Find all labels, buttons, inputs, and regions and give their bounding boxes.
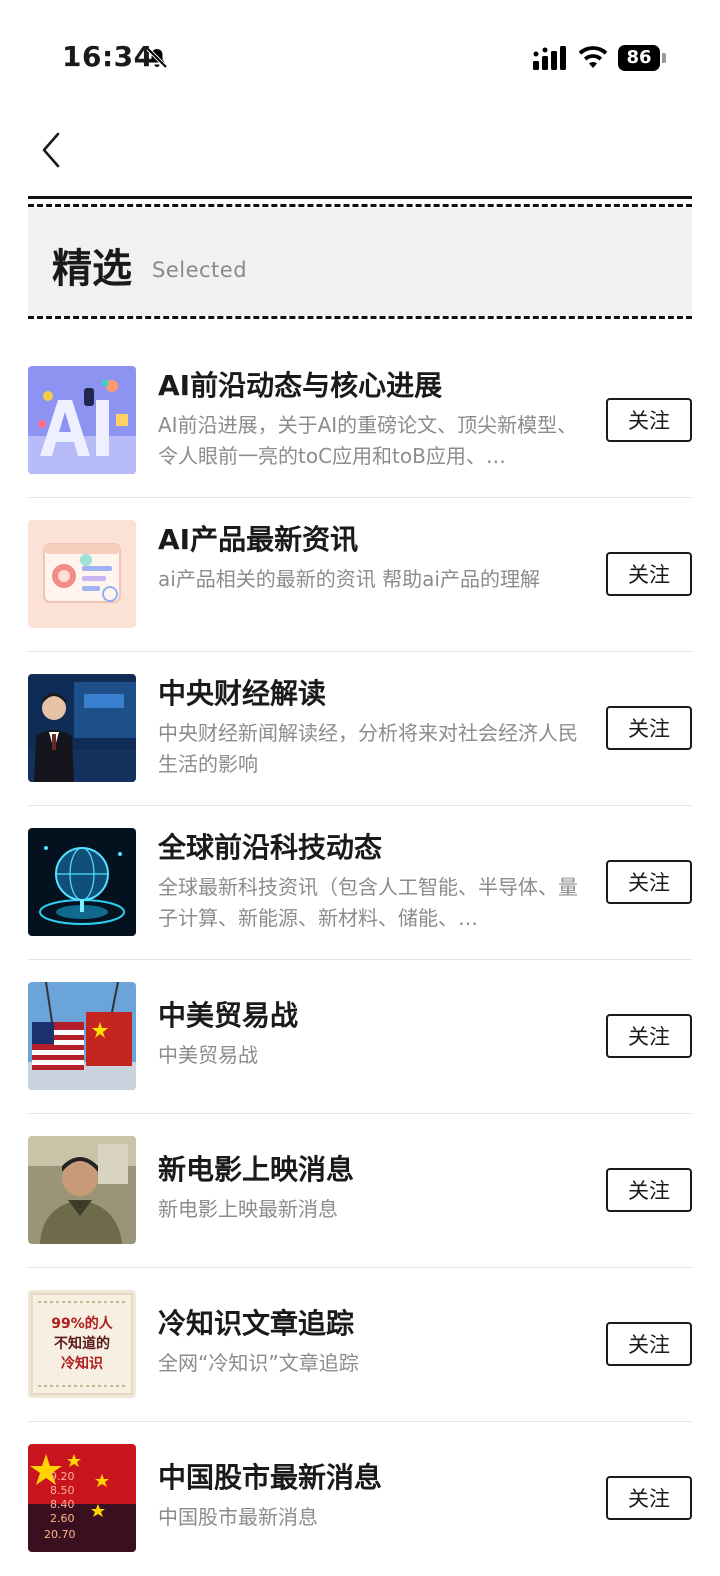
battery-icon: 86 — [618, 45, 668, 71]
item-description: 中美贸易战 — [158, 1043, 258, 1067]
list-item[interactable]: 中美贸易战 中美贸易战 关注 — [28, 960, 692, 1114]
item-texts: 冷知识文章追踪 全网“冷知识”文章追踪 — [158, 1302, 586, 1379]
item-title: 中央财经解读 — [158, 677, 327, 710]
stock-flag-thumbnail: 9.20 8.50 8.40 2.60 20.70 — [28, 1444, 136, 1552]
item-texts: 新电影上映消息 新电影上映最新消息 — [158, 1148, 586, 1225]
stock-number: 20.70 — [44, 1528, 76, 1541]
channel-list: AI前沿动态与核心进展 AI前沿进展，关于AI的重磅论文、顶尖新模型、令人眼前一… — [28, 344, 692, 1576]
list-item[interactable]: 9.20 8.50 8.40 2.60 20.70 中国股市最新消息 中国股市最… — [28, 1422, 692, 1576]
follow-button[interactable]: 关注 — [606, 860, 692, 904]
item-title: 全球前沿科技动态 — [158, 831, 383, 864]
item-title: 新电影上映消息 — [158, 1153, 355, 1186]
item-description: 全网“冷知识”文章追踪 — [158, 1351, 359, 1375]
follow-button[interactable]: 关注 — [606, 1014, 692, 1058]
back-arrow-icon[interactable] — [36, 128, 72, 172]
thumb-text-line1: 99%的人 — [51, 1315, 114, 1332]
wifi-icon — [578, 46, 608, 68]
list-item[interactable]: AI前沿动态与核心进展 AI前沿进展，关于AI的重磅论文、顶尖新模型、令人眼前一… — [28, 344, 692, 498]
item-title: AI产品最新资讯 — [158, 523, 359, 556]
item-title: 中国股市最新消息 — [158, 1461, 383, 1494]
item-description: 中国股市最新消息 — [158, 1505, 318, 1529]
stock-number: 9.20 — [50, 1470, 75, 1483]
status-time: 16:34 — [62, 40, 154, 73]
battery-level: 86 — [618, 45, 660, 71]
item-texts: AI产品最新资讯 ai产品相关的最新的资讯 帮助ai产品的理解 — [158, 518, 586, 595]
item-title: 冷知识文章追踪 — [158, 1307, 355, 1340]
trivia-poster-thumbnail: 99%的人 不知道的 冷知识 — [28, 1290, 136, 1398]
follow-button[interactable]: 关注 — [606, 552, 692, 596]
item-description: 新电影上映最新消息 — [158, 1197, 338, 1221]
page-subtitle: Selected — [152, 258, 248, 282]
item-texts: 全球前沿科技动态 全球最新科技资讯（包含人工智能、半导体、量子计算、新能源、新材… — [158, 826, 586, 934]
item-texts: AI前沿动态与核心进展 AI前沿进展，关于AI的重磅论文、顶尖新模型、令人眼前一… — [158, 364, 586, 472]
list-item[interactable]: 新电影上映消息 新电影上映最新消息 关注 — [28, 1114, 692, 1268]
app-window-thumbnail — [28, 520, 136, 628]
stock-number: 8.40 — [50, 1498, 75, 1511]
item-title: AI前沿动态与核心进展 — [158, 369, 443, 402]
list-item[interactable]: 99%的人 不知道的 冷知识 冷知识文章追踪 全网“冷知识”文章追踪 关注 — [28, 1268, 692, 1422]
thumb-text-line2: 不知道的 — [54, 1335, 110, 1352]
header-top-rule — [28, 196, 692, 199]
item-title: 中美贸易战 — [158, 999, 299, 1032]
header-dashed-rule-top — [28, 204, 692, 207]
movie-actor-thumbnail — [28, 1136, 136, 1244]
item-description: 中央财经新闻解读经，分析将来对社会经济人民生活的影响 — [158, 721, 578, 776]
thumb-text-line3: 冷知识 — [61, 1355, 103, 1372]
list-item[interactable]: 中央财经解读 中央财经新闻解读经，分析将来对社会经济人民生活的影响 关注 — [28, 652, 692, 806]
ai-letters-thumbnail — [28, 366, 136, 474]
item-texts: 中美贸易战 中美贸易战 — [158, 994, 586, 1071]
news-anchor-thumbnail — [28, 674, 136, 782]
status-bar: 16:34 86 — [0, 0, 720, 110]
item-texts: 中央财经解读 中央财经新闻解读经，分析将来对社会经济人民生活的影响 — [158, 672, 586, 780]
bell-muted-icon — [146, 47, 168, 69]
item-texts: 中国股市最新消息 中国股市最新消息 — [158, 1456, 586, 1533]
follow-button[interactable]: 关注 — [606, 1168, 692, 1212]
trade-containers-thumbnail — [28, 982, 136, 1090]
follow-button[interactable]: 关注 — [606, 1476, 692, 1520]
page-title: 精选 — [52, 246, 132, 292]
stock-number: 8.50 — [50, 1484, 75, 1497]
item-description: AI前沿进展，关于AI的重磅论文、顶尖新模型、令人眼前一亮的toC应用和toB应… — [158, 413, 578, 468]
tech-globe-thumbnail — [28, 828, 136, 936]
stock-number: 2.60 — [50, 1512, 75, 1525]
list-item[interactable]: 全球前沿科技动态 全球最新科技资讯（包含人工智能、半导体、量子计算、新能源、新材… — [28, 806, 692, 960]
cellular-signal-icon — [533, 46, 566, 70]
list-item[interactable]: AI产品最新资讯 ai产品相关的最新的资讯 帮助ai产品的理解 关注 — [28, 498, 692, 652]
follow-button[interactable]: 关注 — [606, 706, 692, 750]
item-description: 全球最新科技资讯（包含人工智能、半导体、量子计算、新能源、新材料、储能、… — [158, 875, 578, 930]
header-dashed-rule-bottom — [28, 316, 692, 319]
follow-button[interactable]: 关注 — [606, 1322, 692, 1366]
follow-button[interactable]: 关注 — [606, 398, 692, 442]
item-description: ai产品相关的最新的资讯 帮助ai产品的理解 — [158, 567, 540, 591]
